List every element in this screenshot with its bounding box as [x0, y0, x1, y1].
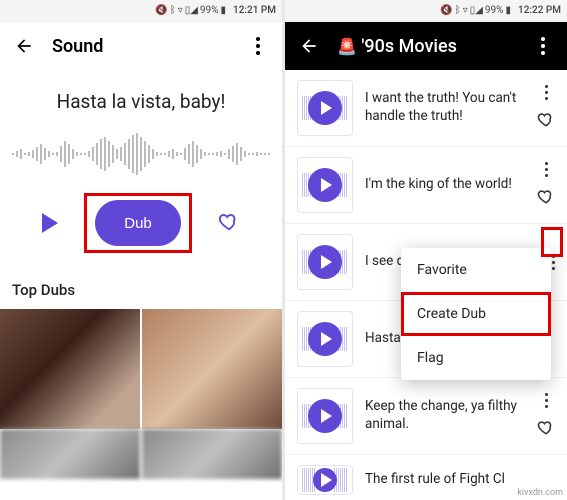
- menu-item-favorite[interactable]: Favorite: [401, 248, 551, 292]
- favorite-button[interactable]: [537, 418, 555, 440]
- signal-icon: ▯◢: [185, 5, 198, 16]
- list-item[interactable]: I want the truth! You can't handle the t…: [285, 70, 567, 147]
- battery-text: 99%: [485, 5, 504, 16]
- sound-thumbnail[interactable]: [297, 388, 353, 444]
- controls-row: Dub: [0, 179, 282, 273]
- dub-thumbnail[interactable]: [0, 429, 140, 479]
- page-title: 🚨 '90s Movies: [337, 36, 515, 57]
- menu-item-flag[interactable]: Flag: [401, 336, 551, 380]
- sound-thumbnail[interactable]: [297, 311, 353, 367]
- status-bar: 🔇 ᛒ ▿ ▯◢ 99% ▮ 12:22 PM: [285, 0, 567, 22]
- status-time: 12:21 PM: [233, 5, 276, 16]
- back-button[interactable]: [12, 34, 36, 58]
- status-time: 12:22 PM: [518, 5, 561, 16]
- watermark: kivxdn.com: [517, 488, 563, 498]
- app-bar: 🚨 '90s Movies: [285, 22, 567, 70]
- status-bar: 🔇 ᛒ ▿ ▯◢ 99% ▮ 12:21 PM: [0, 0, 282, 22]
- sound-title: I want the truth! You can't handle the t…: [365, 90, 525, 125]
- battery-icon: ▮: [506, 5, 512, 16]
- thumbnail-row-1: [0, 309, 282, 429]
- play-icon: [308, 322, 342, 356]
- waveform-icon: [11, 129, 271, 179]
- arrow-left-icon: [14, 36, 34, 56]
- overflow-button[interactable]: [531, 34, 555, 58]
- overflow-button[interactable]: [246, 34, 270, 58]
- sound-title: Hasta la vista, baby!: [0, 70, 282, 129]
- item-overflow-button[interactable]: [552, 255, 555, 270]
- sound-thumbnail[interactable]: [297, 80, 353, 136]
- play-button[interactable]: [42, 213, 58, 233]
- section-top-dubs: Top Dubs: [0, 273, 282, 309]
- mute-icon: 🔇: [440, 5, 452, 16]
- sound-thumbnail[interactable]: [297, 157, 353, 213]
- list-item[interactable]: I'm the king of the world!: [285, 147, 567, 224]
- screen-sound: 🔇 ᛒ ▿ ▯◢ 99% ▮ 12:21 PM Sound Hasta la v…: [0, 0, 282, 500]
- favorite-button[interactable]: [218, 210, 240, 236]
- dub-thumbnail[interactable]: [0, 309, 140, 429]
- signal-icon: ▯◢: [470, 5, 483, 16]
- page-title: Sound: [52, 36, 230, 57]
- sound-title: Keep the change, ya filthy animal.: [365, 398, 525, 433]
- waveform: [0, 129, 282, 179]
- bluetooth-icon: ᛒ: [170, 5, 176, 16]
- play-icon: [308, 245, 342, 279]
- play-icon: [308, 168, 342, 202]
- bluetooth-icon: ᛒ: [455, 5, 461, 16]
- list-item[interactable]: Keep the change, ya filthy animal.: [285, 378, 567, 455]
- item-overflow-button[interactable]: [545, 85, 548, 100]
- battery-text: 99%: [200, 5, 219, 16]
- dots-vertical-icon: [256, 37, 260, 55]
- play-icon: [308, 91, 342, 125]
- dub-thumbnail[interactable]: [142, 309, 282, 429]
- sound-title: I'm the king of the world!: [365, 176, 525, 194]
- wifi-icon: ▿: [463, 5, 468, 16]
- battery-icon: ▮: [221, 5, 227, 16]
- sound-title: The first rule of Fight Cl: [365, 471, 555, 489]
- favorite-button[interactable]: [537, 110, 555, 132]
- page-title-text: '90s Movies: [361, 36, 456, 57]
- screen-category: 🔇 ᛒ ▿ ▯◢ 99% ▮ 12:22 PM 🚨 '90s Movies I …: [285, 0, 567, 500]
- highlight-frame-dub: Dub: [84, 193, 192, 253]
- context-menu: Favorite Create Dub Flag: [401, 248, 551, 380]
- back-button[interactable]: [297, 34, 321, 58]
- siren-icon: 🚨: [337, 37, 357, 56]
- thumbnail-row-2: [0, 429, 282, 479]
- wifi-icon: ▿: [178, 5, 183, 16]
- heart-icon: [218, 210, 240, 232]
- dots-vertical-icon: [541, 37, 545, 55]
- favorite-button[interactable]: [537, 187, 555, 209]
- item-overflow-button[interactable]: [545, 162, 548, 177]
- dub-button[interactable]: Dub: [95, 200, 181, 246]
- arrow-left-icon: [299, 36, 319, 56]
- sound-thumbnail[interactable]: [297, 234, 353, 290]
- play-icon: [308, 399, 342, 433]
- app-bar: Sound: [0, 22, 282, 70]
- mute-icon: 🔇: [155, 5, 167, 16]
- dub-thumbnail[interactable]: [142, 429, 282, 479]
- sound-thumbnail[interactable]: [297, 465, 353, 495]
- item-overflow-button[interactable]: [545, 393, 548, 408]
- menu-item-create-dub[interactable]: Create Dub: [401, 292, 551, 336]
- play-icon: [313, 468, 337, 492]
